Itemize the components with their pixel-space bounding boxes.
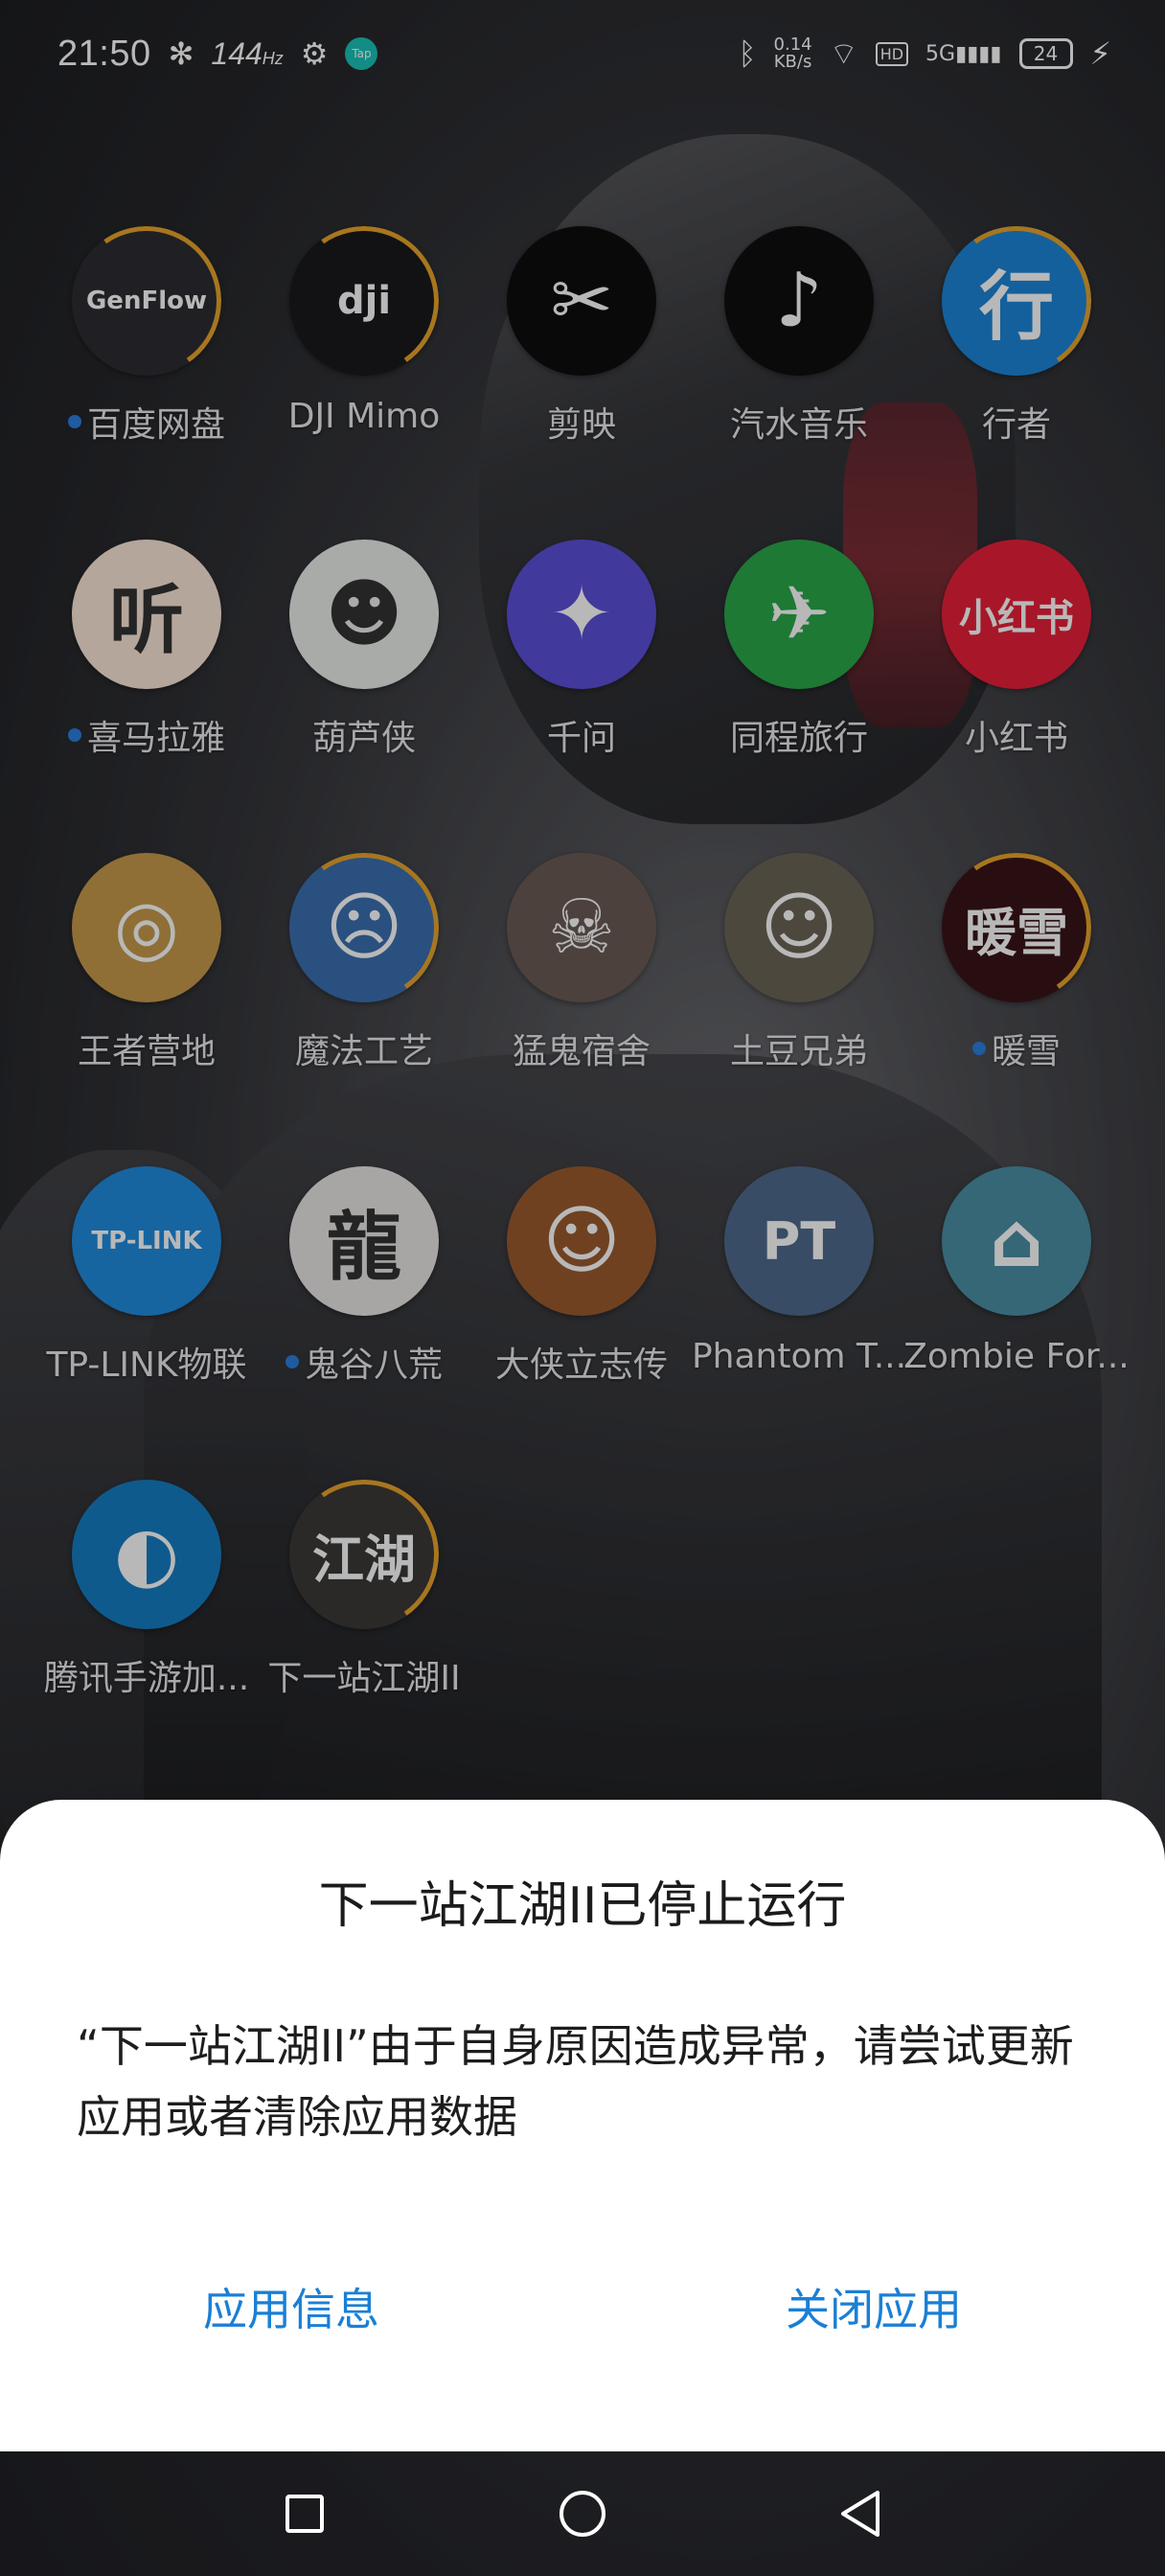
close-app-button[interactable]: 关闭应用	[766, 2266, 981, 2348]
recents-icon	[286, 2495, 324, 2533]
dialog-title: 下一站江湖II已停止运行	[318, 1877, 847, 1935]
back-icon	[841, 2491, 879, 2537]
recents-button[interactable]	[276, 2485, 333, 2542]
app-crash-dialog: 下一站江湖II已停止运行 “下一站江湖II”由于自身原因造成异常，请尝试更新应用…	[0, 1800, 1165, 2451]
back-button[interactable]	[832, 2485, 889, 2542]
home-icon	[560, 2491, 605, 2537]
dialog-message: “下一站江湖II”由于自身原因造成异常，请尝试更新应用或者清除应用数据	[77, 2020, 1074, 2143]
navigation-bar	[0, 2451, 1165, 2576]
app-info-button[interactable]: 应用信息	[184, 2266, 399, 2348]
home-button[interactable]	[554, 2485, 611, 2542]
